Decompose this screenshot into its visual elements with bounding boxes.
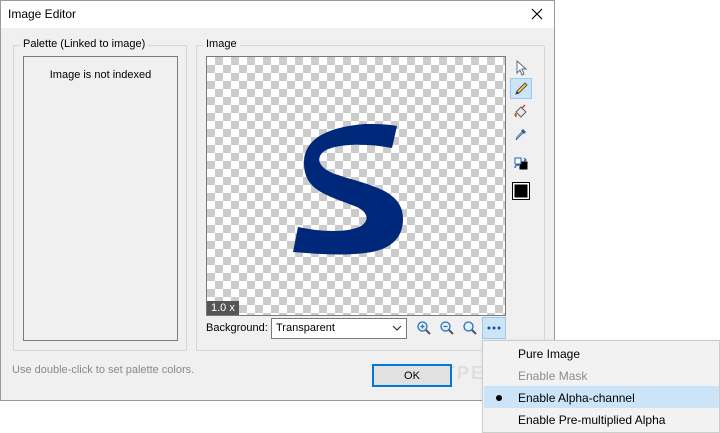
- magnifier-icon: [463, 321, 477, 335]
- eyedropper-icon: [515, 128, 526, 140]
- eyedropper-tool-button[interactable]: [510, 123, 532, 144]
- select-tool-button[interactable]: [510, 57, 532, 78]
- menu-item-enable-alpha-channel[interactable]: Enable Alpha-channel: [484, 386, 719, 408]
- swap-colors-button[interactable]: [510, 153, 532, 174]
- image-editor-window: Image Editor Palette (Linked to image) I…: [0, 0, 555, 401]
- background-select-value: Transparent: [276, 322, 335, 334]
- zoom-out-icon: [440, 321, 454, 335]
- fill-tool-button[interactable]: [510, 101, 532, 122]
- chevron-down-icon: [392, 325, 402, 331]
- s-glyph-image: [293, 124, 403, 255]
- color-swatch-button[interactable]: [510, 180, 532, 201]
- image-canvas[interactable]: 1.0 x: [206, 56, 506, 316]
- menu-item-label: Enable Pre-multiplied Alpha: [518, 413, 666, 427]
- paint-bucket-icon: [514, 104, 527, 118]
- more-options-button[interactable]: [482, 317, 506, 339]
- swap-colors-icon: [514, 157, 528, 169]
- alpha-options-menu: Pure Image Enable Mask Enable Alpha-chan…: [482, 340, 720, 433]
- pencil-tool-button[interactable]: [510, 78, 532, 99]
- ok-button[interactable]: OK: [372, 364, 452, 387]
- close-icon: [531, 8, 543, 20]
- zoom-level-label: 1.0 x: [207, 301, 239, 315]
- ellipsis-icon: [487, 326, 501, 330]
- checked-bullet-icon: [496, 395, 502, 401]
- menu-item-label: Pure Image: [518, 347, 581, 361]
- menu-item-enable-mask: Enable Mask: [484, 364, 719, 386]
- menu-item-label: Enable Alpha-channel: [518, 391, 635, 405]
- zoom-in-button[interactable]: [414, 318, 434, 338]
- menu-item-enable-premultiplied-alpha[interactable]: Enable Pre-multiplied Alpha: [484, 408, 719, 430]
- title-bar: Image Editor: [1, 1, 554, 28]
- menu-item-pure-image[interactable]: Pure Image: [484, 342, 719, 364]
- palette-message: Image is not indexed: [49, 69, 152, 81]
- pencil-icon: [515, 81, 528, 95]
- palette-group-title: Palette (Linked to image): [20, 38, 149, 50]
- cursor-arrow-icon: [516, 59, 528, 76]
- zoom-in-icon: [417, 321, 431, 335]
- background-select[interactable]: Transparent: [271, 318, 407, 339]
- palette-panel[interactable]: Image is not indexed: [23, 56, 178, 341]
- zoom-out-button[interactable]: [437, 318, 457, 338]
- menu-item-label: Enable Mask: [518, 369, 588, 383]
- image-group-title: Image: [203, 38, 240, 50]
- palette-hint: Use double-click to set palette colors.: [12, 364, 195, 376]
- color-swatch-icon: [512, 181, 530, 200]
- zoom-reset-button[interactable]: [460, 318, 480, 338]
- window-title: Image Editor: [8, 7, 77, 21]
- background-label: Background:: [206, 322, 268, 334]
- close-button[interactable]: [526, 4, 548, 24]
